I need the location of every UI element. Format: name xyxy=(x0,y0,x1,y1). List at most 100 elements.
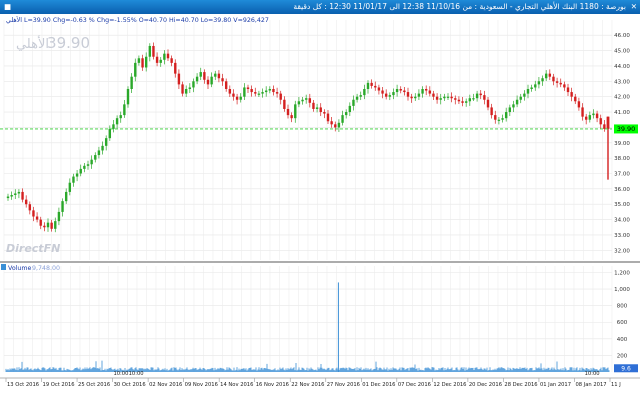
volume-value: 9,748.00 xyxy=(32,265,60,272)
candle-body xyxy=(523,93,526,97)
candle-body xyxy=(21,191,24,200)
price-panel[interactable] xyxy=(0,14,640,262)
candle-body xyxy=(243,87,246,97)
candle-body xyxy=(421,88,424,94)
price-tick-label: 41.00 xyxy=(614,110,630,116)
price-tick-label: 36.00 xyxy=(614,187,630,193)
volume-panel[interactable] xyxy=(0,263,640,377)
x-date-label: 16 Nov 2016 xyxy=(256,382,289,388)
x-date-label: 07 Dec 2016 xyxy=(398,382,431,388)
x-date-label: 25 Oct 2016 xyxy=(78,382,110,388)
candle-body xyxy=(79,168,82,174)
candle-body xyxy=(490,107,493,116)
candle-body xyxy=(595,113,599,119)
candle-body xyxy=(501,118,504,120)
candle-body xyxy=(188,87,192,89)
candle-body xyxy=(101,145,104,151)
candle-body xyxy=(512,104,515,108)
candle-body xyxy=(279,93,282,100)
candle-body xyxy=(68,182,72,192)
candle-body xyxy=(381,90,384,94)
candle-body xyxy=(312,102,315,109)
x-date-label: 20 Dec 2016 xyxy=(469,382,502,388)
window-titlebar[interactable]: ■ بورصة : 1180 البنك الأهلي التجاري - ال… xyxy=(0,0,640,14)
candle-body xyxy=(432,93,435,97)
candle-body xyxy=(330,121,333,125)
candle-body xyxy=(184,88,188,94)
volume-tick-label: 1,200 xyxy=(614,270,630,276)
candle-body xyxy=(388,95,392,97)
candle-body xyxy=(548,73,552,77)
x-date-label: 27 Nov 2016 xyxy=(327,382,360,388)
x-date-label: 30 Oct 2016 xyxy=(114,382,146,388)
chart-area[interactable]: 32.00 33.00 34.00 35.00 36.00 37.00 38.00 39.00… xyxy=(0,14,640,400)
candle-body xyxy=(61,201,64,212)
candle-body xyxy=(377,87,381,91)
candle-body xyxy=(137,58,141,63)
candle-body xyxy=(424,88,428,91)
chart-window: ■ بورصة : 1180 البنك الأهلي التجاري - ال… xyxy=(0,0,640,400)
candle-body xyxy=(475,93,479,99)
candle-body xyxy=(534,84,537,88)
price-axis: 32.00 33.00 34.00 35.00 36.00 37.00 38.00 39.00… xyxy=(614,33,630,254)
candle-body xyxy=(43,225,46,228)
price-tick-label: 38.00 xyxy=(614,156,630,162)
candle-body xyxy=(39,219,42,226)
candle-body xyxy=(75,173,79,177)
candle-body xyxy=(250,88,253,93)
candle-body xyxy=(159,59,162,63)
x-date-label: 08 Jan 2017 xyxy=(575,382,606,388)
candle-body xyxy=(94,155,97,160)
candle-body xyxy=(14,193,17,196)
candle-body xyxy=(468,98,472,102)
candle-body xyxy=(228,88,232,94)
price-tick-label: 35.00 xyxy=(614,202,630,208)
candle-body xyxy=(235,96,239,100)
candle-body xyxy=(35,216,39,220)
price-tick-label: 43.00 xyxy=(614,79,630,85)
directfn-watermark: DirectFN xyxy=(6,242,60,255)
candle-body xyxy=(170,58,173,63)
candle-body xyxy=(17,191,21,194)
volume-tick-label: 800 xyxy=(617,304,628,310)
candle-body xyxy=(264,90,268,93)
candle-body xyxy=(192,81,195,88)
candle-body xyxy=(541,78,544,82)
candle-body xyxy=(508,107,512,113)
candle-body xyxy=(254,92,257,94)
candle-body xyxy=(544,73,548,79)
candle-body xyxy=(134,62,137,77)
close-icon[interactable]: ✕ xyxy=(631,0,637,14)
x-date-label: 28 Dec 2016 xyxy=(504,382,537,388)
candle-body xyxy=(97,150,101,156)
x-date-label: 19 Oct 2016 xyxy=(43,382,75,388)
candle-body xyxy=(410,96,413,99)
candle-body xyxy=(555,81,559,83)
pin-icon[interactable]: ■ xyxy=(4,0,11,14)
candle-body xyxy=(355,96,359,100)
volume-tick-label: 600 xyxy=(617,320,628,326)
candle-body xyxy=(112,124,115,129)
candle-body xyxy=(323,112,326,114)
x-date-label: 01 Dec 2016 xyxy=(362,382,395,388)
candle-body xyxy=(166,53,170,59)
candle-body xyxy=(163,53,166,60)
candle-body xyxy=(203,72,206,80)
big-price-label: 39.90 xyxy=(47,34,90,52)
candle-body xyxy=(297,101,301,105)
candle-body xyxy=(348,105,352,113)
candle-body xyxy=(570,92,573,97)
candle-body xyxy=(443,96,446,99)
price-tick-label: 34.00 xyxy=(614,218,630,224)
candle-body xyxy=(290,115,293,119)
candle-body xyxy=(275,92,279,94)
candle-body xyxy=(352,99,355,106)
last-volume-label: 9.6 xyxy=(621,365,631,372)
candle-body xyxy=(395,88,399,93)
candle-body xyxy=(461,101,464,103)
candle-body xyxy=(257,93,261,95)
candle-body xyxy=(363,88,366,96)
candle-body xyxy=(530,87,533,89)
candle-body xyxy=(483,95,486,100)
candle-body xyxy=(472,98,475,100)
